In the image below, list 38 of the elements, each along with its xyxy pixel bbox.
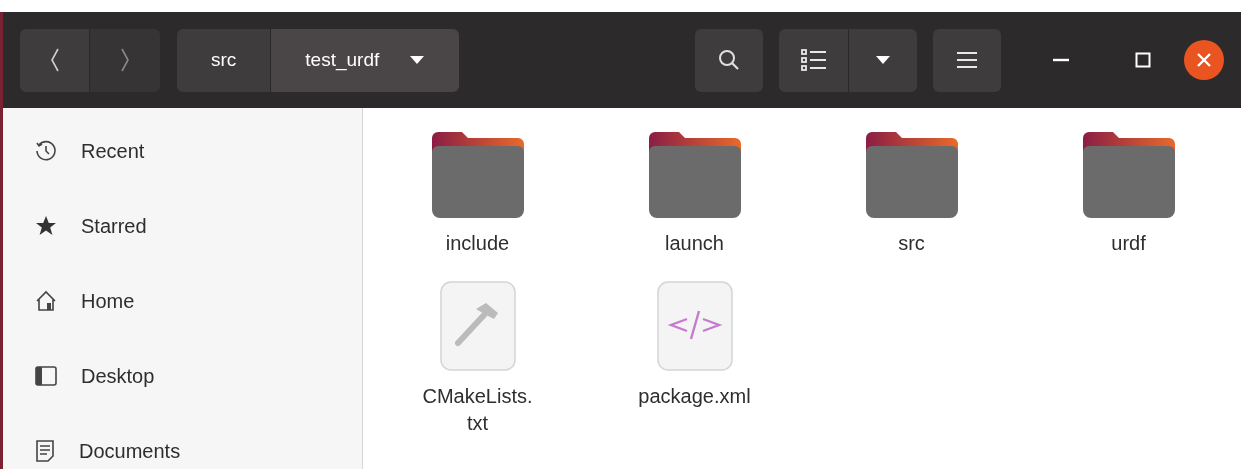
forward-icon (120, 47, 130, 73)
code-file-icon (656, 281, 733, 371)
list-view-button[interactable] (779, 28, 849, 92)
file-name: package.xml (638, 384, 751, 409)
file-name: urdf (1111, 231, 1146, 256)
sidebar-item[interactable]: Desktop (3, 351, 362, 401)
star-icon (35, 215, 57, 237)
menu-button[interactable] (933, 28, 1001, 92)
hammer-file-icon (439, 281, 516, 371)
file-name: launch (665, 231, 724, 256)
sidebar-item[interactable]: Documents (3, 426, 362, 469)
minimize-icon (1053, 58, 1069, 62)
menu-icon (956, 51, 978, 69)
search-button[interactable] (695, 28, 763, 92)
close-icon (1196, 52, 1212, 68)
clock-icon (35, 140, 57, 162)
list-view-icon (800, 49, 827, 71)
sidebar-item[interactable]: Recent (3, 126, 362, 176)
maximize-icon (1135, 52, 1151, 68)
folder-icon (431, 132, 524, 218)
search-icon (717, 48, 741, 72)
path-segment[interactable]: src (177, 28, 272, 92)
folder-icon (1082, 132, 1175, 218)
caret-icon (875, 55, 891, 65)
sidebar-item[interactable]: Starred (3, 201, 362, 251)
file-name: CMakeLists.txt (421, 384, 534, 436)
back-icon (49, 47, 60, 73)
file-name: src (898, 231, 925, 256)
caret-icon (409, 55, 426, 65)
sidebar-item[interactable]: Home (3, 276, 362, 326)
home-icon (35, 290, 57, 312)
path-segment[interactable]: test_urdf (271, 28, 460, 92)
document-icon (35, 440, 55, 462)
folder-icon (648, 132, 741, 218)
folder-icon (865, 132, 958, 218)
desktop-icon (35, 366, 57, 386)
close-button[interactable] (1184, 40, 1224, 80)
file-name: include (445, 231, 510, 256)
